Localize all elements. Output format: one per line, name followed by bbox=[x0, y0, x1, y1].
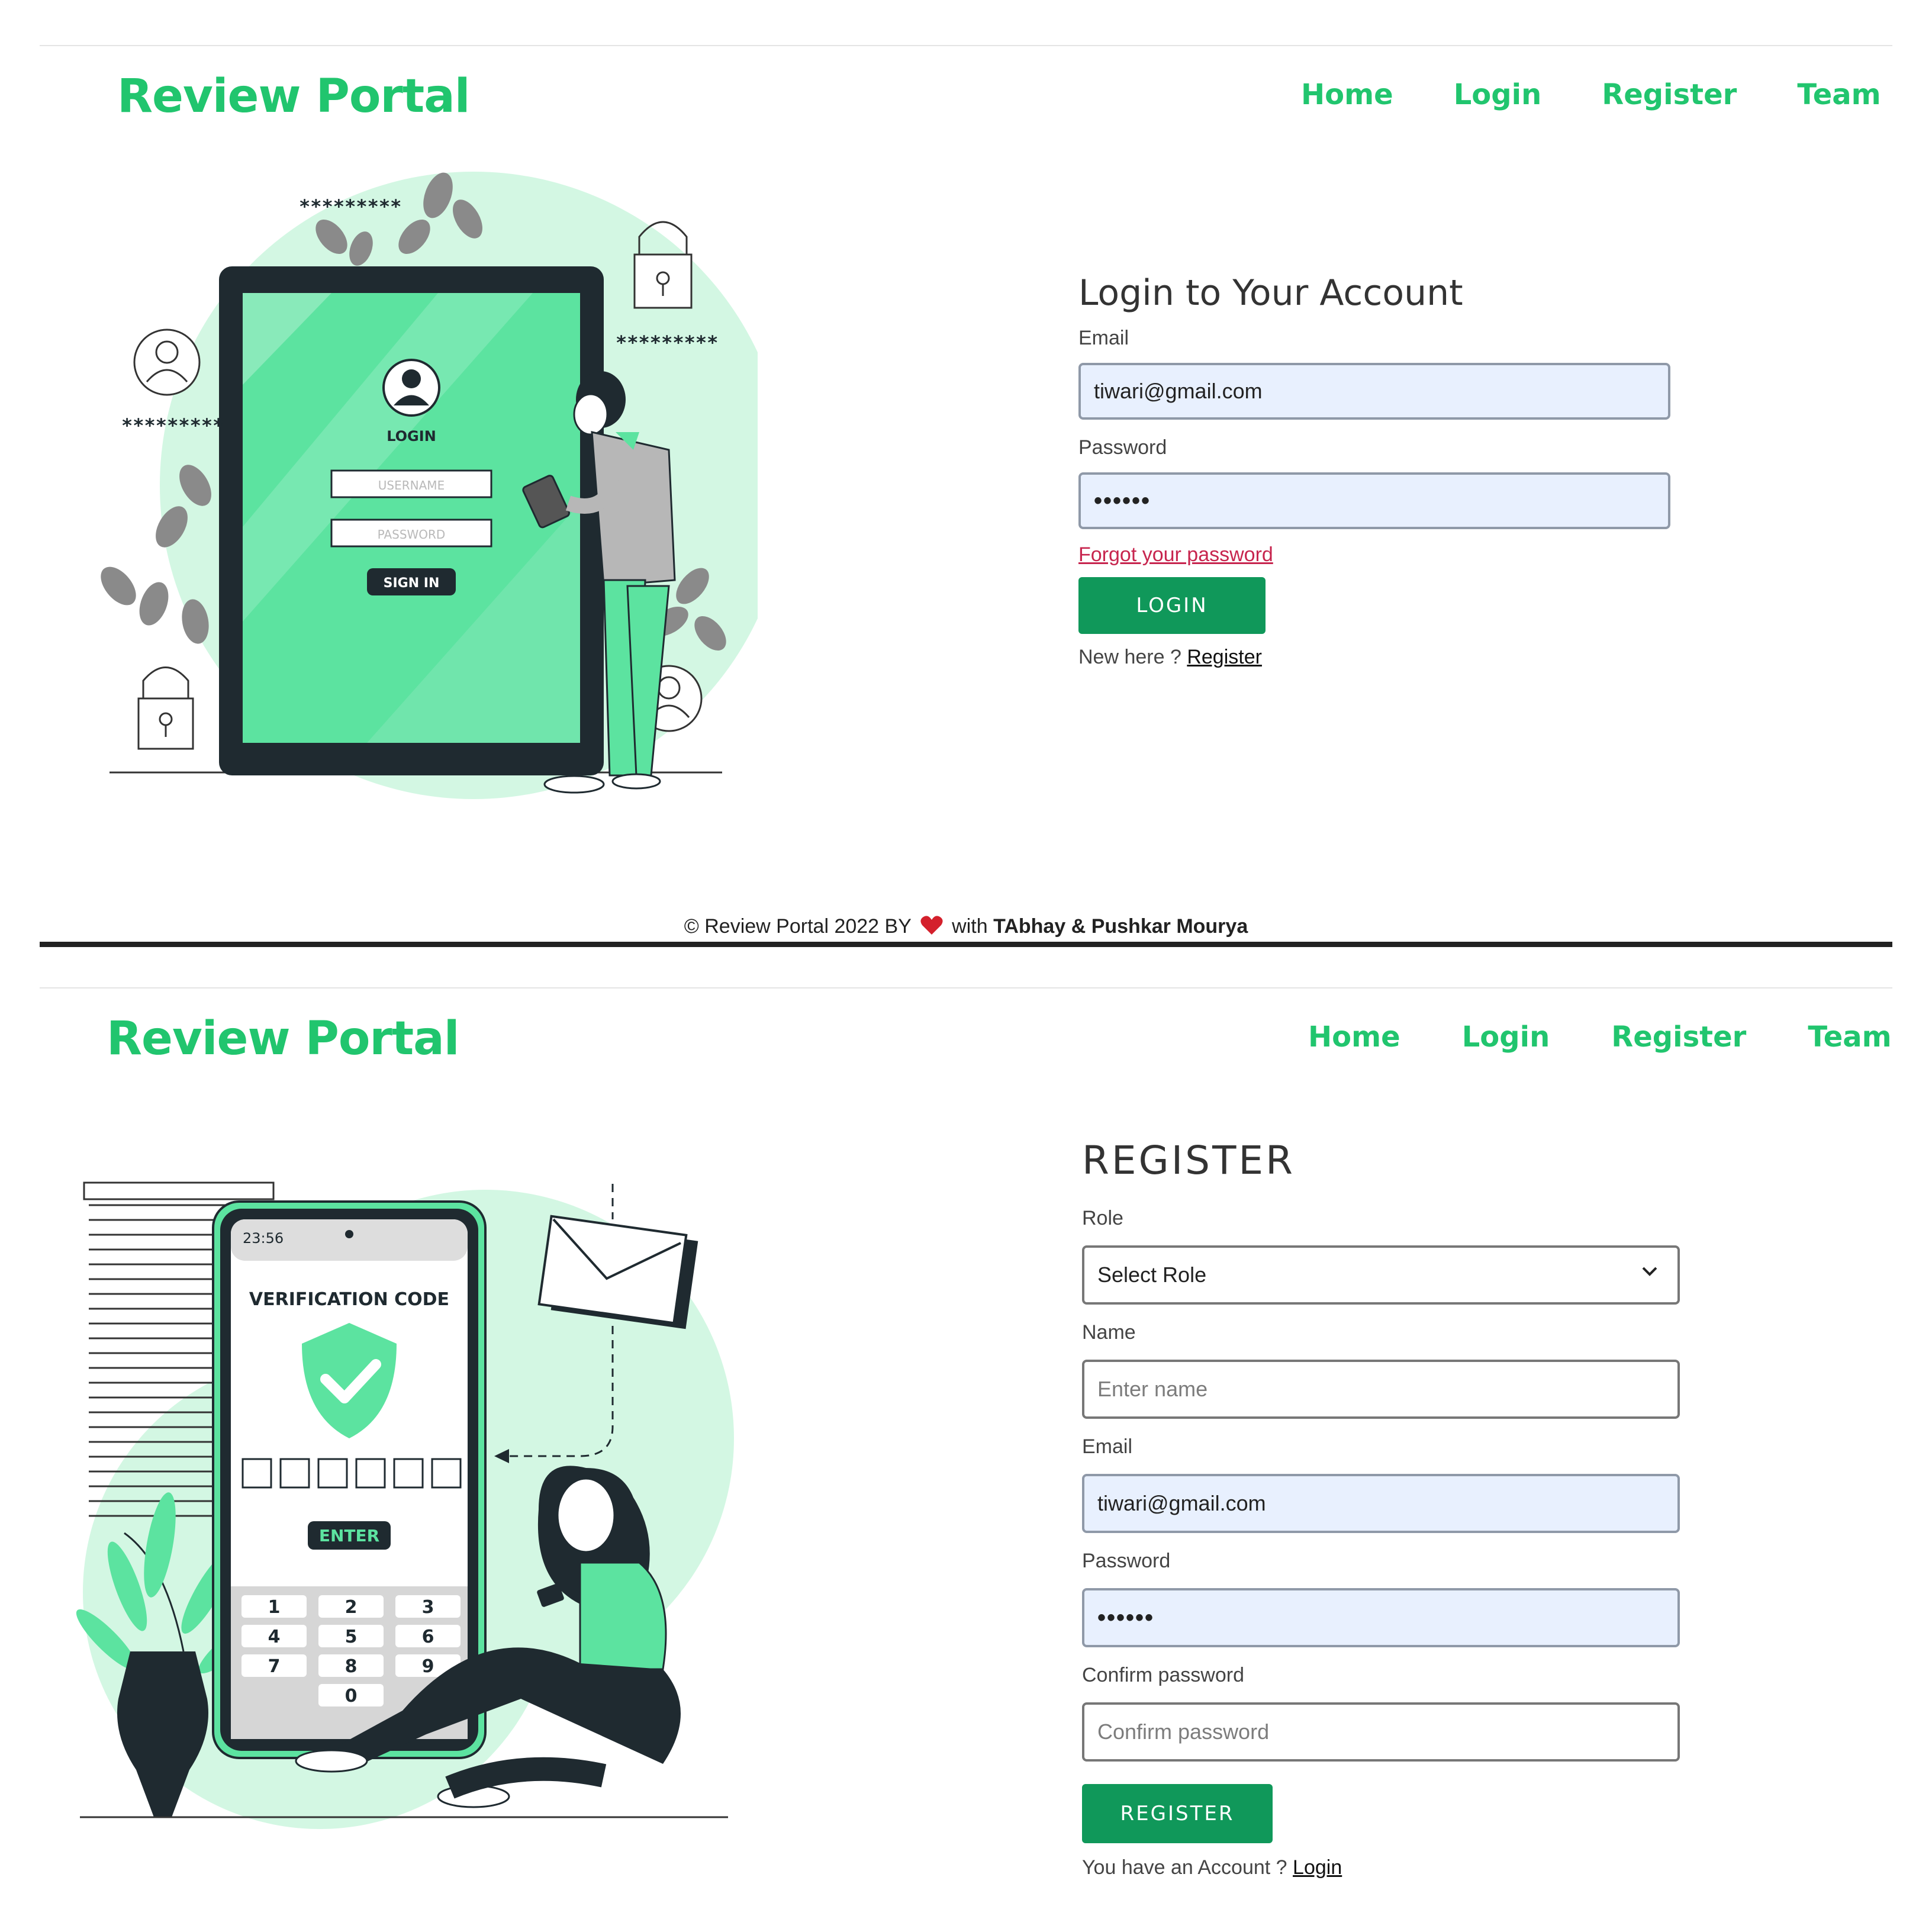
top-rule bbox=[40, 45, 1892, 46]
asterisks-left: ********* bbox=[121, 414, 224, 437]
nav-login[interactable]: Login bbox=[1454, 78, 1542, 111]
verification-illustration: 23:56 VERIFICATION CODE ENTER 1 2 3 4 5 6 7 8 9 0 bbox=[76, 1181, 734, 1829]
code-box bbox=[242, 1458, 272, 1489]
nav-register[interactable]: Register bbox=[1602, 78, 1737, 111]
name-field[interactable] bbox=[1082, 1360, 1680, 1419]
tablet-password-label: PASSWORD bbox=[378, 527, 446, 542]
login-button[interactable]: LOGIN bbox=[1078, 577, 1266, 634]
keypad-key-label: 8 bbox=[345, 1656, 358, 1677]
footer: © Review Portal 2022 BY with TAbhay & Pu… bbox=[0, 915, 1932, 941]
confirm-password-label: Confirm password bbox=[1082, 1664, 1244, 1686]
register-form: REGISTER Role Select Role Name Email Pas… bbox=[1082, 1138, 1680, 1879]
asterisks-right: ********* bbox=[616, 331, 718, 354]
main-nav: Home Login Register Team bbox=[1308, 1020, 1892, 1054]
phone-time: 23:56 bbox=[243, 1230, 284, 1247]
tablet-username-label: USERNAME bbox=[378, 478, 445, 492]
password-field[interactable] bbox=[1082, 1588, 1680, 1647]
email-label: Email bbox=[1078, 327, 1129, 349]
user-circle-icon bbox=[133, 329, 201, 396]
role-selected-value: Select Role bbox=[1097, 1263, 1207, 1287]
login-page: Review Portal Home Login Register Team L… bbox=[0, 0, 1932, 947]
role-select-wrapper: Select Role bbox=[1082, 1245, 1680, 1305]
nav-home[interactable]: Home bbox=[1301, 78, 1393, 111]
footer-with: with bbox=[952, 915, 988, 938]
new-here-row: New here ? Register bbox=[1078, 646, 1670, 669]
keypad-key-label: 9 bbox=[422, 1656, 434, 1677]
nav-home[interactable]: Home bbox=[1308, 1020, 1400, 1054]
screen-divider bbox=[40, 942, 1892, 947]
password-field[interactable] bbox=[1078, 472, 1670, 529]
nav-login[interactable]: Login bbox=[1462, 1020, 1550, 1054]
email-field[interactable] bbox=[1078, 363, 1670, 420]
keypad-key-label: 2 bbox=[345, 1597, 358, 1618]
nav-team[interactable]: Team bbox=[1797, 78, 1881, 111]
brand-logo[interactable]: Review Portal bbox=[117, 70, 471, 123]
keypad-key-label: 5 bbox=[345, 1627, 358, 1647]
footer-copyright: © Review Portal 2022 BY bbox=[684, 915, 912, 938]
forgot-password-link[interactable]: Forgot your password bbox=[1078, 543, 1273, 566]
have-account-text: You have an Account ? bbox=[1082, 1856, 1287, 1879]
tablet-login-title: LOGIN bbox=[387, 428, 436, 445]
code-box bbox=[393, 1458, 424, 1489]
heart-icon bbox=[920, 915, 943, 941]
register-button[interactable]: REGISTER bbox=[1082, 1784, 1273, 1843]
keypad-key-label: 0 bbox=[345, 1686, 358, 1706]
email-label: Email bbox=[1082, 1435, 1133, 1458]
nav-register[interactable]: Register bbox=[1611, 1020, 1746, 1054]
code-box bbox=[431, 1458, 462, 1489]
role-select[interactable]: Select Role bbox=[1082, 1245, 1680, 1305]
top-rule bbox=[40, 987, 1892, 988]
have-account-row: You have an Account ? Login bbox=[1082, 1856, 1680, 1879]
code-box bbox=[279, 1458, 310, 1489]
login-link[interactable]: Login bbox=[1293, 1856, 1342, 1879]
keypad-key-label: 6 bbox=[422, 1627, 434, 1647]
confirm-password-field[interactable] bbox=[1082, 1702, 1680, 1762]
login-form: Login to Your Account Email Password For… bbox=[1078, 272, 1670, 669]
user-avatar-icon bbox=[382, 359, 440, 417]
register-link[interactable]: Register bbox=[1187, 646, 1262, 668]
main-nav: Home Login Register Team bbox=[1301, 78, 1881, 111]
enter-label: ENTER bbox=[319, 1526, 379, 1545]
keypad-key-label: 3 bbox=[422, 1597, 434, 1618]
role-label: Role bbox=[1082, 1207, 1123, 1229]
brand-logo[interactable]: Review Portal bbox=[107, 1012, 460, 1065]
email-field[interactable] bbox=[1082, 1474, 1680, 1533]
keypad-key-label: 1 bbox=[268, 1597, 281, 1618]
tablet-signin-label: SIGN IN bbox=[384, 576, 440, 591]
login-title: Login to Your Account bbox=[1078, 272, 1463, 314]
register-title: REGISTER bbox=[1082, 1138, 1295, 1183]
footer-authors: TAbhay & Pushkar Mourya bbox=[993, 915, 1248, 938]
keypad-key-label: 4 bbox=[268, 1627, 281, 1647]
keypad-key-label: 7 bbox=[268, 1656, 281, 1677]
register-page: Review Portal Home Login Register Team 2… bbox=[0, 947, 1932, 1932]
padlock-icon bbox=[137, 666, 194, 750]
login-illustration: LOGIN USERNAME PASSWORD SIGN IN ********… bbox=[101, 172, 758, 799]
new-here-text: New here ? bbox=[1078, 646, 1181, 668]
code-box bbox=[355, 1458, 386, 1489]
password-label: Password bbox=[1078, 436, 1167, 459]
verification-title: VERIFICATION CODE bbox=[249, 1289, 449, 1310]
name-label: Name bbox=[1082, 1321, 1136, 1344]
asterisks-top: ********* bbox=[299, 195, 401, 218]
password-label: Password bbox=[1082, 1550, 1171, 1572]
code-box bbox=[317, 1458, 348, 1489]
nav-team[interactable]: Team bbox=[1808, 1020, 1891, 1054]
